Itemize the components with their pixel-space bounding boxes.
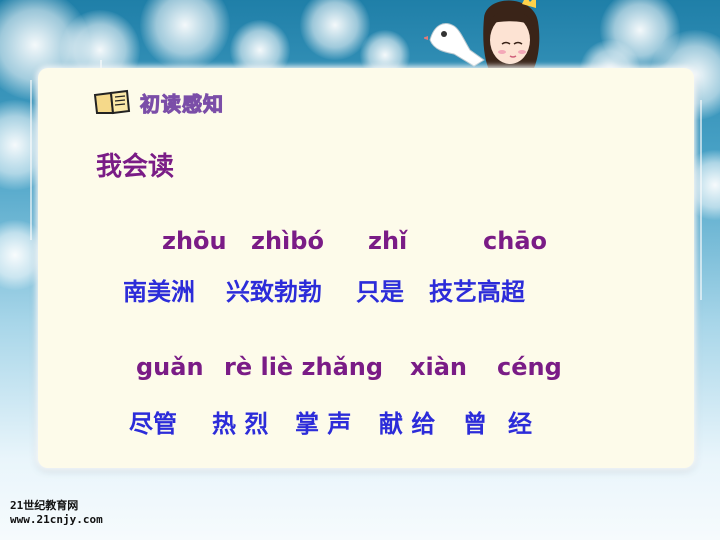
section-title: 初读感知 <box>140 92 224 117</box>
pinyin-row2-item: guǎn <box>136 353 204 381</box>
pinyin-row1-item: zhōu <box>162 227 227 255</box>
word-row2-item: 热 烈 <box>212 410 269 438</box>
pinyin-row1-item: zhǐ <box>368 227 408 255</box>
word-row1-item: 兴致勃勃 <box>226 278 322 306</box>
pinyin-row2-item: rè liè zhǎng <box>224 353 384 381</box>
pinyin-row1-item: zhìbó <box>251 227 324 255</box>
word-row2-item: 献 给 <box>379 410 436 438</box>
word-row2-item: 掌 声 <box>295 410 352 438</box>
word-row2-item: 尽管 <box>129 410 177 438</box>
word-row2-item: 经 <box>508 410 532 438</box>
word-row2-item: 曾 <box>463 410 487 438</box>
site-logo-name: 21世纪教育网 <box>10 499 79 512</box>
word-row1-item: 技艺高超 <box>429 278 525 306</box>
girl-illustration <box>424 0 540 72</box>
pinyin-row2-item: céng <box>497 353 562 381</box>
pinyin-row1-item: chāo <box>483 227 547 255</box>
pinyin-row2-item: xiàn <box>410 353 467 381</box>
word-row1-item: 只是 <box>356 278 404 306</box>
read-title: 我会读 <box>96 152 175 182</box>
book-icon <box>93 89 131 115</box>
site-logo-url: www.21cnjy.com <box>10 513 103 526</box>
word-row1-item: 南美洲 <box>123 278 195 306</box>
